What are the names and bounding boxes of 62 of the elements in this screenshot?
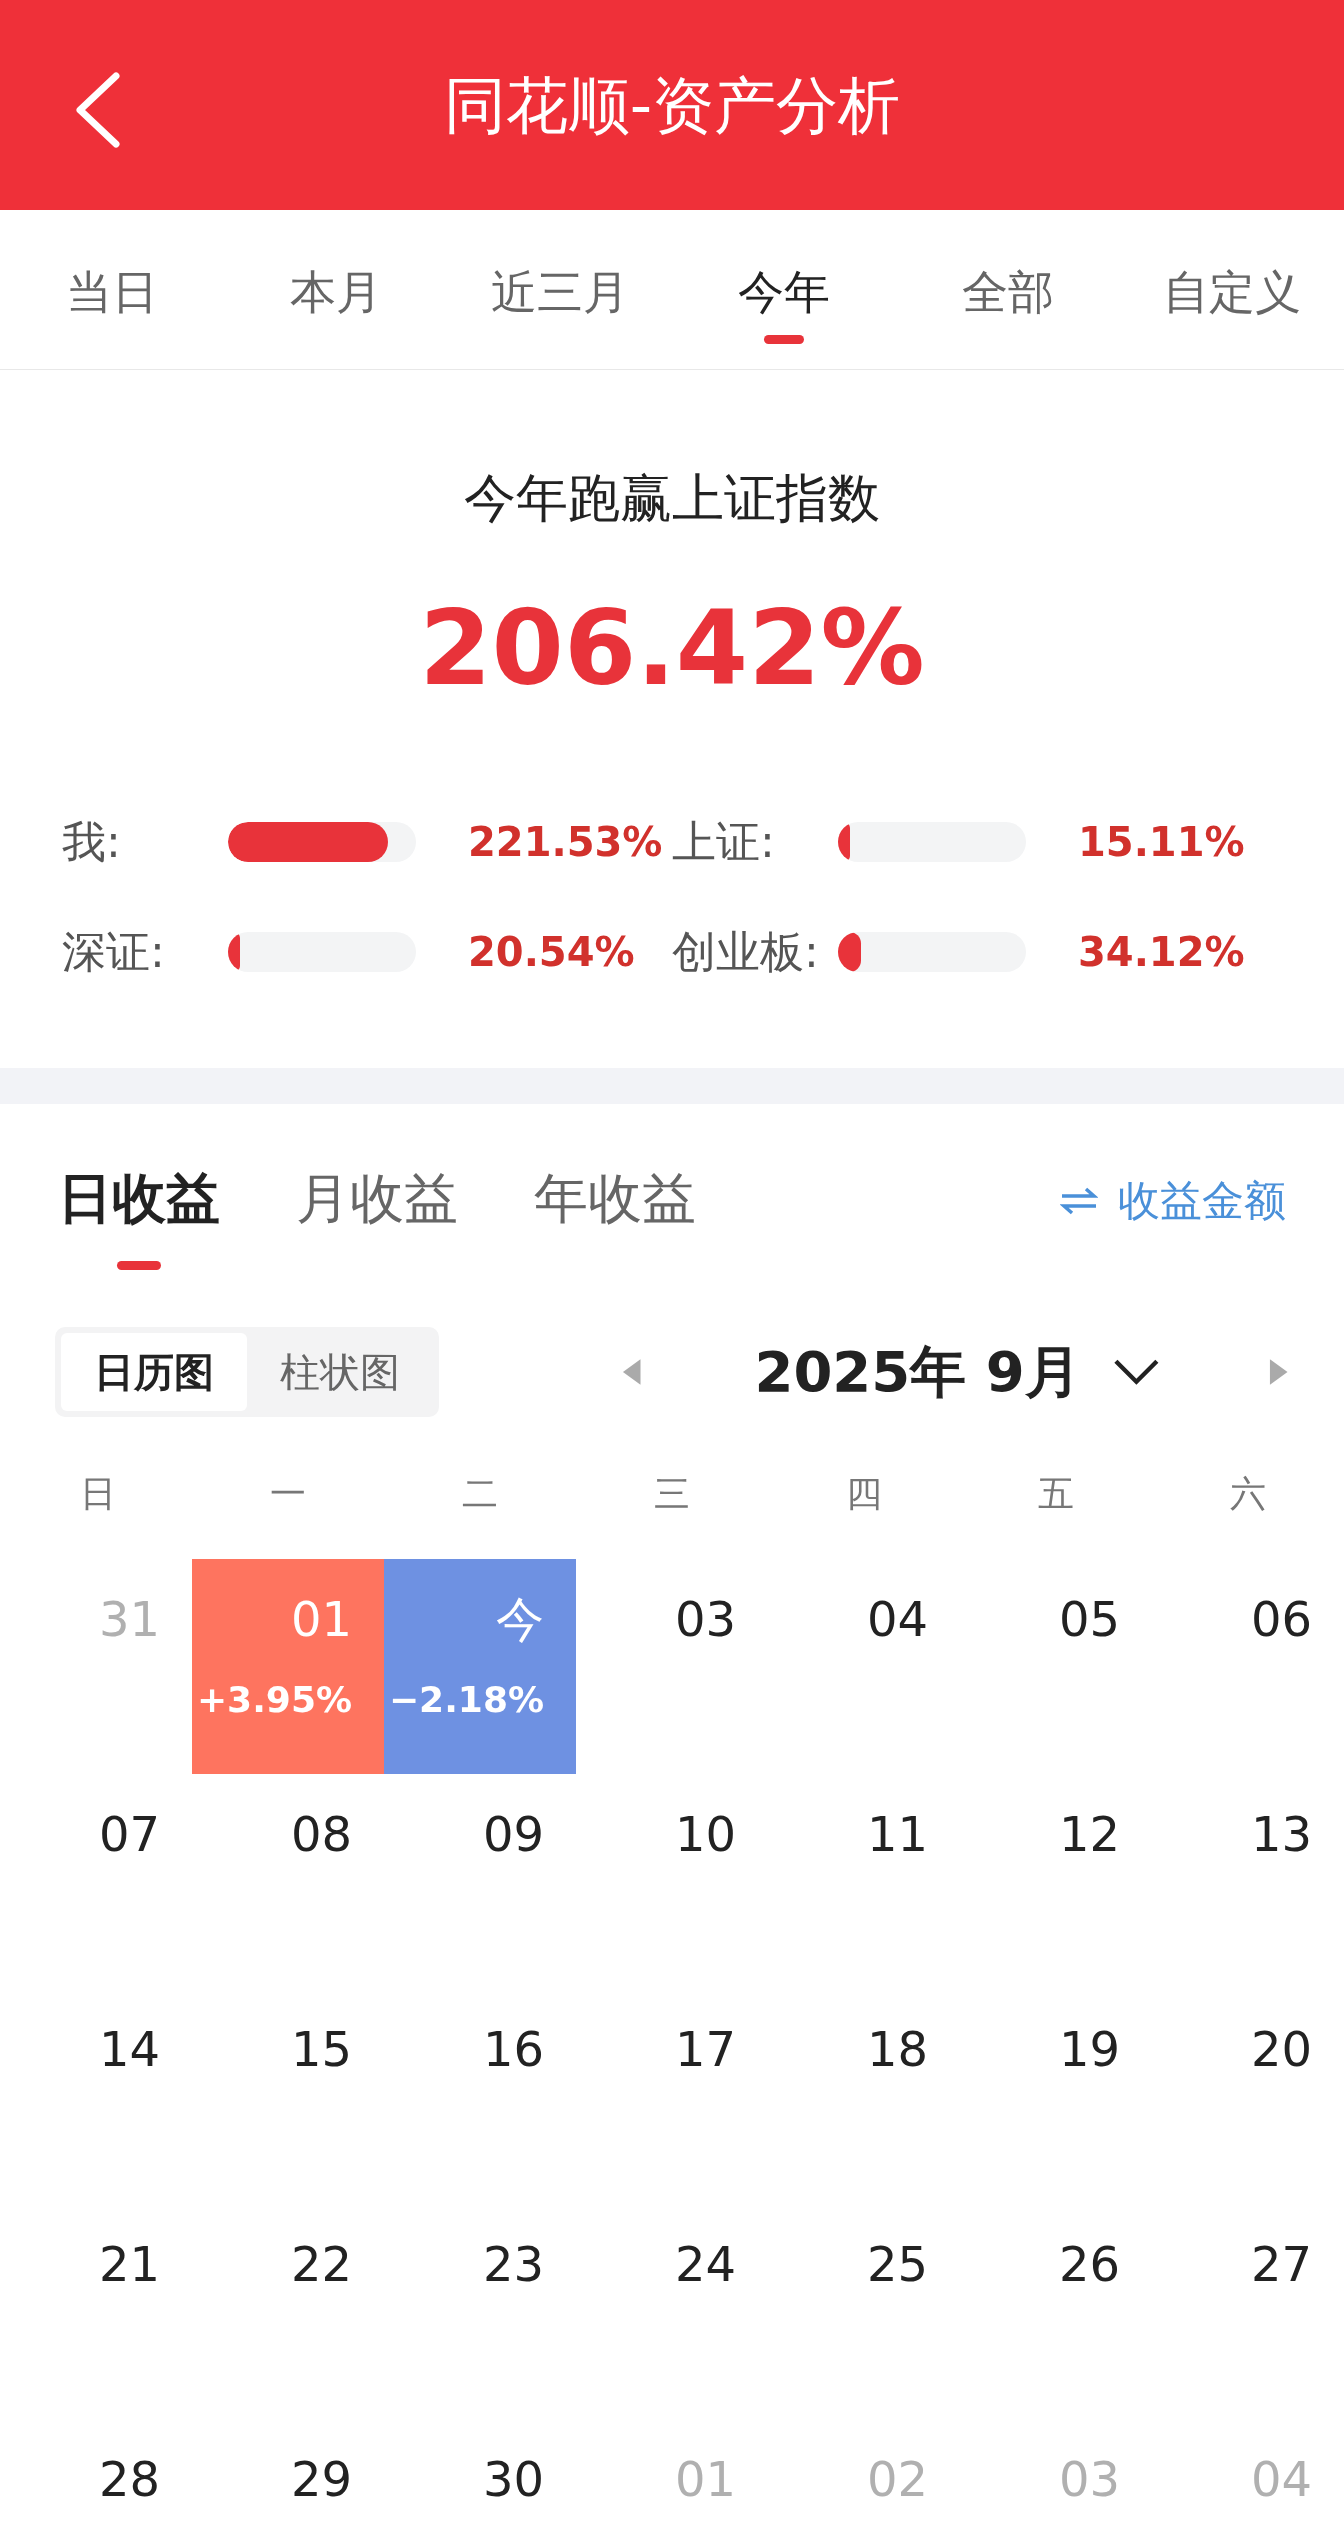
calendar-day[interactable]: 07 <box>0 1774 192 1989</box>
view-switch-option[interactable]: 日历图 <box>61 1332 247 1411</box>
weekday-label: 日 <box>79 1472 117 1516</box>
calendar-day[interactable]: 21 <box>0 2204 192 2419</box>
calendar-day[interactable]: 17 <box>576 1989 768 2204</box>
comparison-value: 34.12% <box>1078 928 1245 977</box>
calendar-day[interactable]: 26 <box>960 2204 1152 2419</box>
page-title: 同花顺-资产分析 <box>443 67 901 144</box>
calendar-day[interactable]: 03 <box>576 1559 768 1774</box>
calendar-day[interactable]: 18 <box>768 1989 960 2204</box>
calendar-day[interactable]: 04 <box>768 1559 960 1774</box>
view-switch-option[interactable]: 柱状图 <box>247 1332 433 1411</box>
return-tab[interactable]: 年收益 <box>534 1104 696 1270</box>
period-tab[interactable]: 自定义 <box>1120 210 1344 369</box>
comparison-value: 221.53% <box>468 818 663 867</box>
comparison-label: 我: <box>62 815 122 869</box>
month-label: 2025年 9月 <box>754 1337 1081 1406</box>
swap-arrows-icon[interactable] <box>1060 1185 1098 1216</box>
calendar-day[interactable]: 06 <box>1152 1559 1344 1774</box>
comparison-label: 创业板: <box>672 925 820 979</box>
summary-title: 今年跑赢上证指数 <box>464 467 880 530</box>
calendar-day[interactable]: 11 <box>768 1774 960 1989</box>
calendar-day[interactable]: 13 <box>1152 1774 1344 1989</box>
calendar-day[interactable]: 24 <box>576 2204 768 2419</box>
calendar-day[interactable]: 29 <box>192 2419 384 2526</box>
weekday-label: 三 <box>653 1472 691 1516</box>
period-tab[interactable]: 当日 <box>0 210 224 369</box>
period-tab[interactable]: 本月 <box>224 210 448 369</box>
calendar-day[interactable]: 08 <box>192 1774 384 1989</box>
calendar-day[interactable]: 23 <box>384 2204 576 2419</box>
comparison-label: 上证: <box>672 815 776 869</box>
period-tab[interactable]: 今年 <box>672 210 896 369</box>
day-change: +3.95% <box>196 1678 352 1722</box>
calendar-day[interactable]: 16 <box>384 1989 576 2204</box>
calendar-day[interactable]: 22 <box>192 2204 384 2419</box>
day-change: −2.18% <box>388 1678 544 1722</box>
period-tab[interactable]: 近三月 <box>448 210 672 369</box>
return-tab[interactable]: 月收益 <box>296 1104 458 1270</box>
calendar-day[interactable]: 30 <box>384 2419 576 2526</box>
weekday-label: 五 <box>1037 1472 1075 1516</box>
weekday-label: 一 <box>269 1472 307 1516</box>
calendar-day[interactable]: 12 <box>960 1774 1152 1989</box>
calendar-day[interactable]: 27 <box>1152 2204 1344 2419</box>
weekday-label: 二 <box>461 1472 499 1516</box>
chevron-down-icon[interactable] <box>1112 1357 1160 1386</box>
return-tab[interactable]: 日收益 <box>58 1104 220 1270</box>
calendar-day[interactable]: 20 <box>1152 1989 1344 2204</box>
comparison-value: 20.54% <box>468 928 635 977</box>
weekday-label: 六 <box>1229 1472 1267 1516</box>
calendar-day[interactable]: 09 <box>384 1774 576 1989</box>
weekday-label: 四 <box>845 1472 883 1516</box>
summary-value: 206.42% <box>419 586 925 711</box>
calendar-day[interactable]: 14 <box>0 1989 192 2204</box>
calendar-day[interactable]: 28 <box>0 2419 192 2526</box>
comparison-label: 深证: <box>62 925 166 979</box>
calendar-day[interactable]: 05 <box>960 1559 1152 1774</box>
calendar-day[interactable]: 19 <box>960 1989 1152 2204</box>
period-tab[interactable]: 全部 <box>896 210 1120 369</box>
calendar-day[interactable]: 25 <box>768 2204 960 2419</box>
comparison-value: 15.11% <box>1078 818 1245 867</box>
calendar-day[interactable]: 15 <box>192 1989 384 2204</box>
calendar-day[interactable]: 10 <box>576 1774 768 1989</box>
